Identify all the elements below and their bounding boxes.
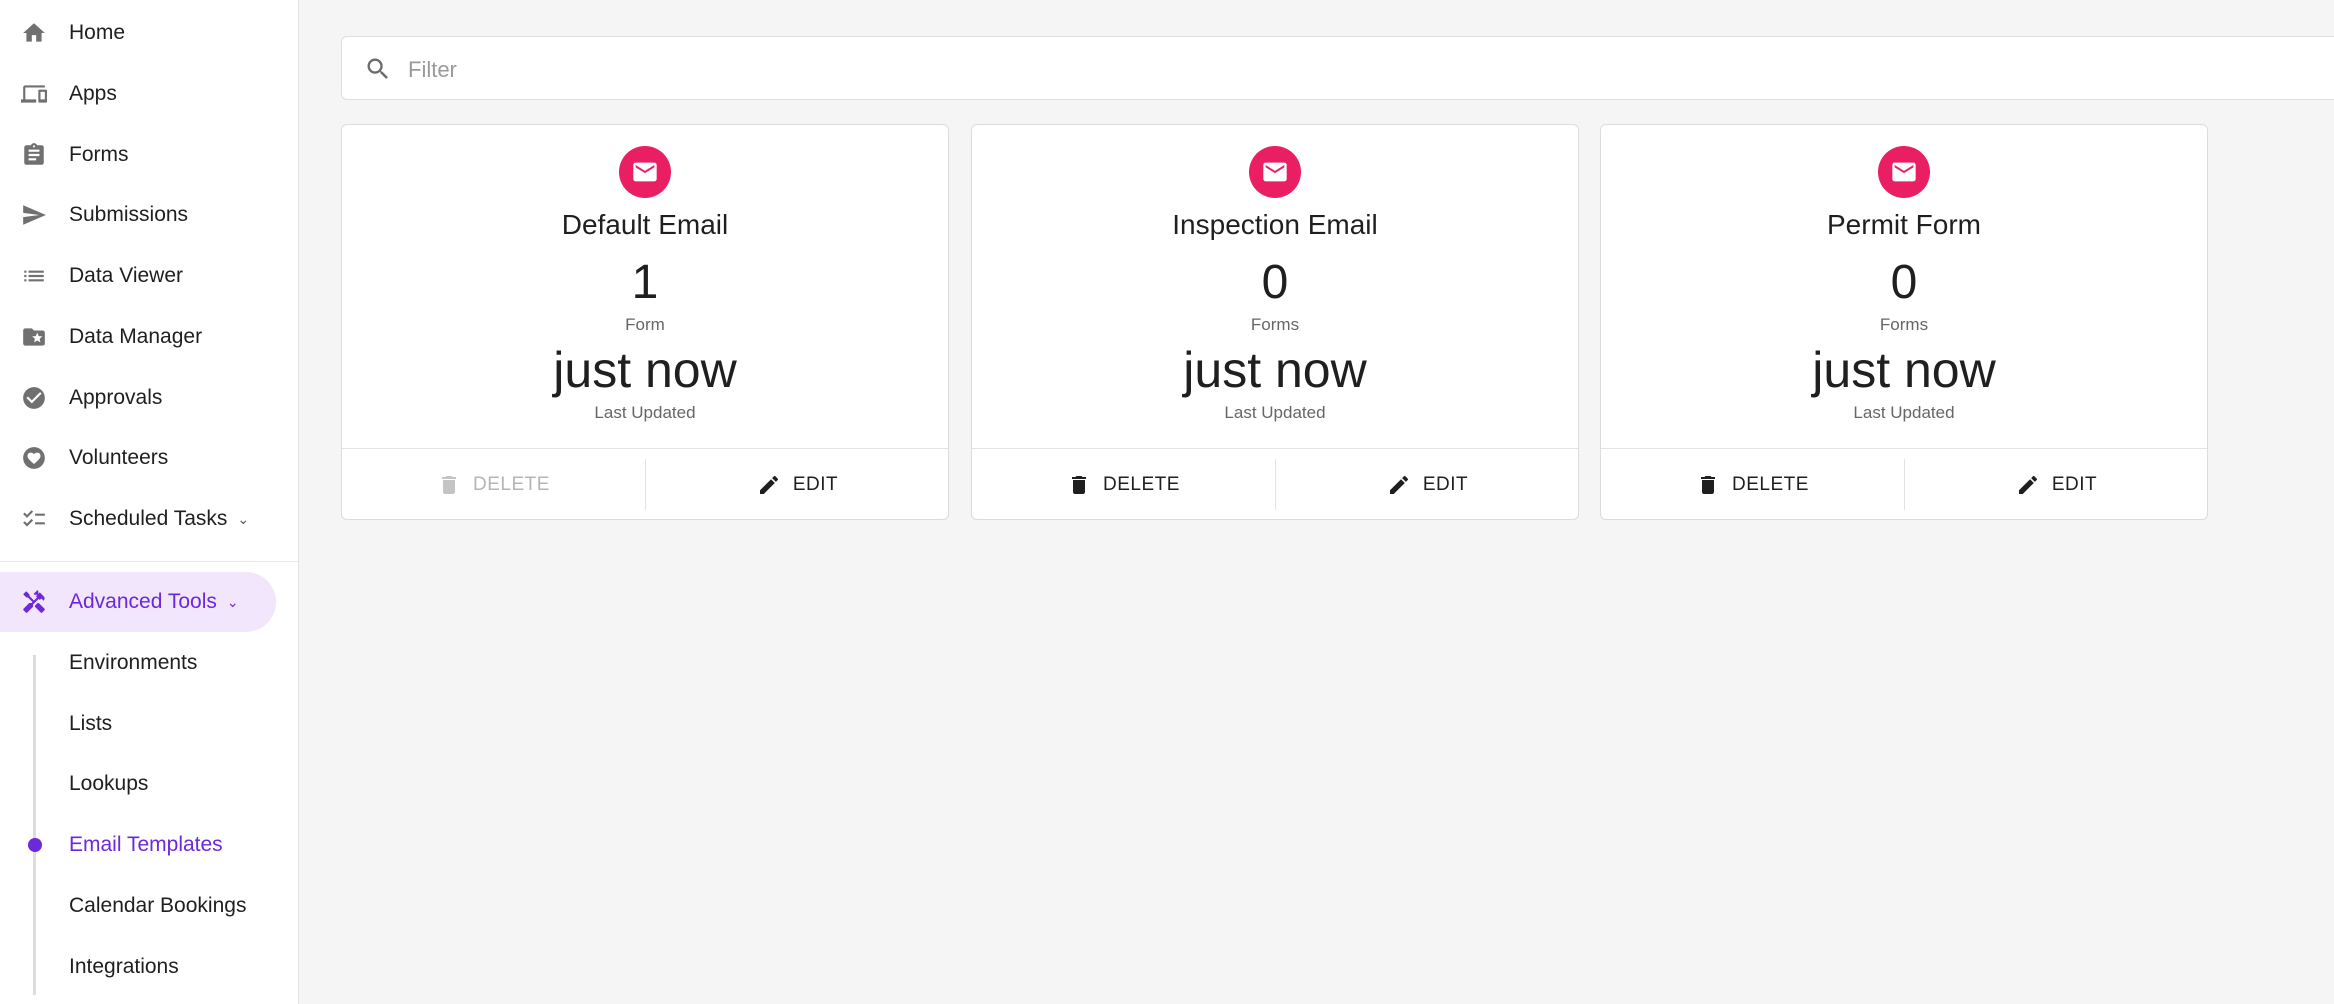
delete-button[interactable]: DELETE <box>1601 449 1904 520</box>
sidebar-divider <box>0 561 298 562</box>
delete-label: DELETE <box>1103 473 1180 495</box>
sidebar-item-volunteers[interactable]: Volunteers <box>0 428 276 488</box>
card-title: Default Email <box>561 209 729 240</box>
pencil-icon <box>2018 475 2037 494</box>
card-actions: DELETE EDIT <box>1601 448 2207 520</box>
pencil-icon <box>759 475 778 494</box>
sidebar-item-label-text: Advanced Tools <box>69 590 217 613</box>
card-actions: DELETE EDIT <box>972 448 1578 520</box>
trash-icon <box>1072 475 1087 494</box>
sidebar-item-submissions[interactable]: Submissions <box>0 185 276 245</box>
chevron-down-icon: ⌄ <box>226 594 239 610</box>
sidebar-subitem-integrations[interactable]: Integrations <box>69 952 179 982</box>
trash-icon <box>442 475 457 494</box>
sidebar-subitem-environments[interactable]: Environments <box>69 648 197 678</box>
sidebar-item-label: Data Manager <box>69 325 203 348</box>
sidebar-item-advanced-tools[interactable]: Advanced Tools ⌄ <box>0 572 276 632</box>
email-template-card: Default Email 1 Form just now Last Updat… <box>341 124 949 520</box>
sidebar-item-label: Home <box>69 21 126 44</box>
active-indicator-dot <box>28 838 42 852</box>
email-avatar <box>619 146 671 198</box>
sidebar-item-label: Advanced Tools ⌄ <box>69 590 239 614</box>
edit-label: EDIT <box>2051 473 2098 495</box>
last-updated-label: Last Updated <box>594 403 696 422</box>
form-count-label: Form <box>625 315 665 334</box>
form-count: 0 <box>1261 256 1289 309</box>
email-icon <box>633 162 657 182</box>
edit-label: EDIT <box>792 473 839 495</box>
sidebar-subitem-lists[interactable]: Lists <box>69 709 112 739</box>
sidebar-item-home[interactable]: Home <box>0 3 276 63</box>
email-icon <box>1263 162 1287 182</box>
submenu-rail <box>33 655 36 995</box>
card-title: Permit Form <box>1827 209 1981 240</box>
last-updated-label: Last Updated <box>1224 403 1326 422</box>
tools-icon <box>20 588 48 616</box>
folder-star-icon <box>20 323 48 351</box>
sidebar-item-label: Approvals <box>69 386 163 409</box>
list-icon <box>20 262 48 290</box>
sidebar: Home Apps Forms Submissions Data Viewer … <box>0 0 299 1004</box>
email-avatar <box>1878 146 1930 198</box>
sidebar-subitem-calendar-bookings[interactable]: Calendar Bookings <box>69 891 246 921</box>
heart-circle-icon <box>20 444 48 472</box>
email-avatar <box>1249 146 1301 198</box>
edit-button[interactable]: EDIT <box>1905 449 2208 520</box>
card-actions: DELETE EDIT <box>342 448 948 520</box>
form-count: 1 <box>631 256 659 309</box>
last-updated-value: just now <box>1812 342 1996 398</box>
sidebar-subitem-lookups[interactable]: Lookups <box>69 769 148 799</box>
send-icon <box>20 201 48 229</box>
filter-input[interactable] <box>406 49 2210 91</box>
edit-label: EDIT <box>1422 473 1469 495</box>
last-updated-value: just now <box>1183 342 1367 398</box>
form-count-label: Forms <box>1879 315 1929 334</box>
form-count: 0 <box>1890 256 1918 309</box>
devices-icon <box>20 80 48 108</box>
sidebar-item-label: Volunteers <box>69 446 169 469</box>
card-title: Inspection Email <box>1172 209 1378 240</box>
sidebar-item-label: Apps <box>69 82 117 105</box>
email-icon <box>1892 162 1916 182</box>
pencil-icon <box>1389 475 1408 494</box>
edit-button[interactable]: EDIT <box>1276 449 1579 520</box>
sidebar-item-scheduled-tasks[interactable]: Scheduled Tasks ⌄ <box>0 489 276 549</box>
last-updated-label: Last Updated <box>1853 403 1955 422</box>
home-icon <box>20 19 48 47</box>
email-template-card: Permit Form 0 Forms just now Last Update… <box>1600 124 2208 520</box>
edit-button[interactable]: EDIT <box>646 449 949 520</box>
sidebar-subitem-email-templates[interactable]: Email Templates <box>69 830 223 860</box>
last-updated-value: just now <box>553 342 737 398</box>
form-count-label: Forms <box>1250 315 1300 334</box>
trash-icon <box>1701 475 1716 494</box>
sidebar-item-approvals[interactable]: Approvals <box>0 368 276 428</box>
delete-button[interactable]: DELETE <box>972 449 1275 520</box>
search-icon <box>364 55 392 83</box>
sidebar-item-data-manager[interactable]: Data Manager <box>0 307 276 367</box>
check-circle-icon <box>20 384 48 412</box>
clipboard-icon <box>20 141 48 169</box>
sidebar-item-label: Scheduled Tasks ⌄ <box>69 507 249 531</box>
sidebar-item-forms[interactable]: Forms <box>0 125 276 185</box>
email-template-card: Inspection Email 0 Forms just now Last U… <box>971 124 1579 520</box>
delete-label: DELETE <box>473 473 550 495</box>
sidebar-item-label: Submissions <box>69 203 189 226</box>
delete-label: DELETE <box>1732 473 1809 495</box>
sidebar-item-label-text: Scheduled Tasks <box>69 507 228 530</box>
delete-button[interactable]: DELETE <box>342 449 645 520</box>
sidebar-item-label: Forms <box>69 143 129 166</box>
sidebar-item-data-viewer[interactable]: Data Viewer <box>0 246 276 306</box>
filter-bar <box>341 36 2334 100</box>
sidebar-item-label: Data Viewer <box>69 264 184 287</box>
sidebar-item-apps[interactable]: Apps <box>0 64 276 124</box>
chevron-down-icon: ⌄ <box>237 511 250 527</box>
checklist-icon <box>20 505 48 533</box>
